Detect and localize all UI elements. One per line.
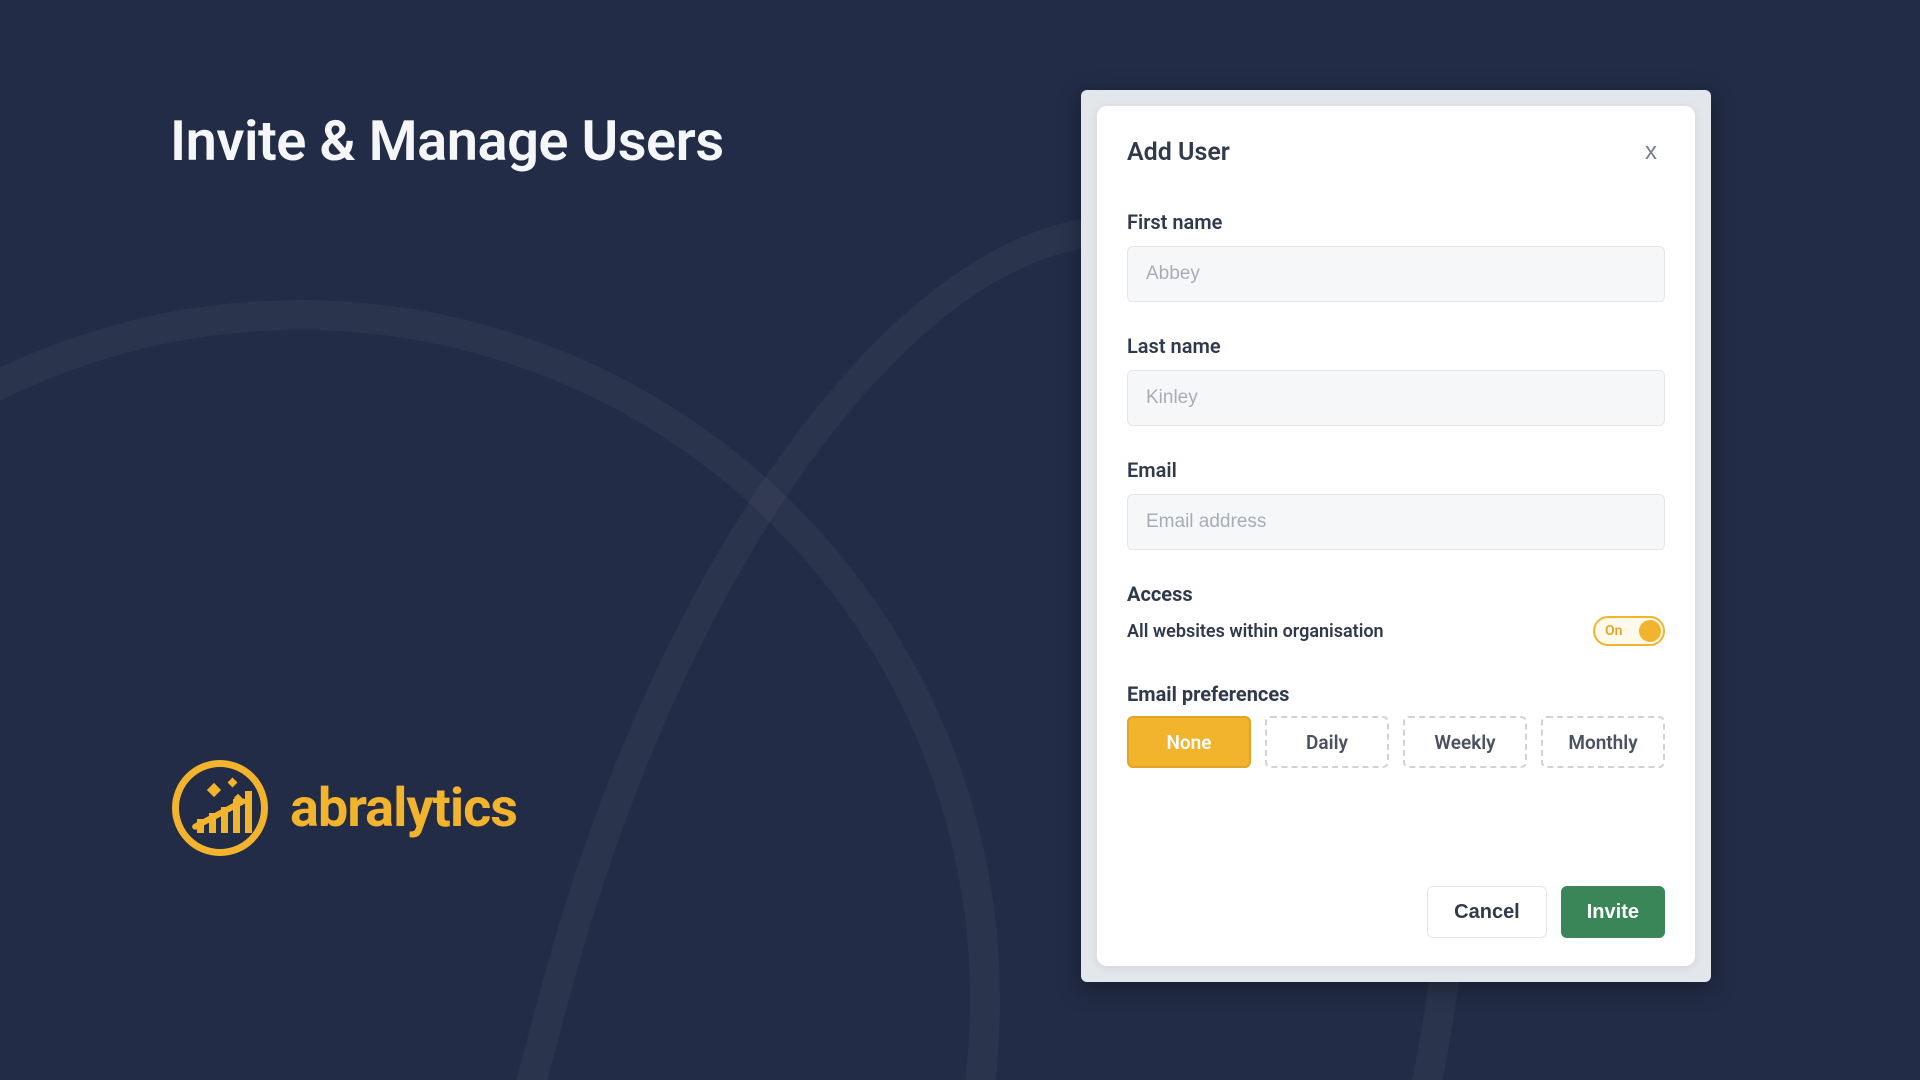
first-name-group: First name bbox=[1127, 210, 1665, 302]
email-pref-daily[interactable]: Daily bbox=[1265, 716, 1389, 768]
first-name-input[interactable] bbox=[1127, 246, 1665, 302]
email-preferences-section: Email preferences None Daily Weekly Mont… bbox=[1127, 682, 1665, 768]
brand-logo: abralytics bbox=[172, 760, 517, 856]
last-name-input[interactable] bbox=[1127, 370, 1665, 426]
toggle-knob bbox=[1639, 620, 1661, 642]
email-group: Email bbox=[1127, 458, 1665, 550]
email-pref-monthly[interactable]: Monthly bbox=[1541, 716, 1665, 768]
first-name-label: First name bbox=[1127, 210, 1665, 234]
email-input[interactable] bbox=[1127, 494, 1665, 550]
brand-name: abralytics bbox=[290, 777, 517, 840]
modal-footer: Cancel Invite bbox=[1127, 886, 1665, 938]
email-prefs-heading: Email preferences bbox=[1127, 682, 1665, 706]
email-label: Email bbox=[1127, 458, 1665, 482]
invite-button[interactable]: Invite bbox=[1561, 886, 1665, 938]
close-icon[interactable]: x bbox=[1637, 134, 1665, 170]
decorative-swoop bbox=[0, 300, 1000, 1080]
access-scope-text: All websites within organisation bbox=[1127, 621, 1384, 642]
email-pref-weekly[interactable]: Weekly bbox=[1403, 716, 1527, 768]
email-pref-none[interactable]: None bbox=[1127, 716, 1251, 768]
modal-title: Add User bbox=[1127, 138, 1230, 167]
modal-backdrop: Add User x First name Last name Email Ac… bbox=[1081, 90, 1711, 982]
add-user-modal: Add User x First name Last name Email Ac… bbox=[1097, 106, 1695, 966]
cancel-button[interactable]: Cancel bbox=[1427, 886, 1547, 938]
toggle-state-label: On bbox=[1605, 623, 1622, 639]
modal-header: Add User x bbox=[1127, 134, 1665, 170]
brand-mark-icon bbox=[172, 760, 268, 856]
last-name-group: Last name bbox=[1127, 334, 1665, 426]
access-heading: Access bbox=[1127, 582, 1665, 606]
access-toggle[interactable]: On bbox=[1593, 616, 1665, 646]
access-section: Access All websites within organisation … bbox=[1127, 582, 1665, 682]
last-name-label: Last name bbox=[1127, 334, 1665, 358]
page-title: Invite & Manage Users bbox=[170, 108, 724, 174]
